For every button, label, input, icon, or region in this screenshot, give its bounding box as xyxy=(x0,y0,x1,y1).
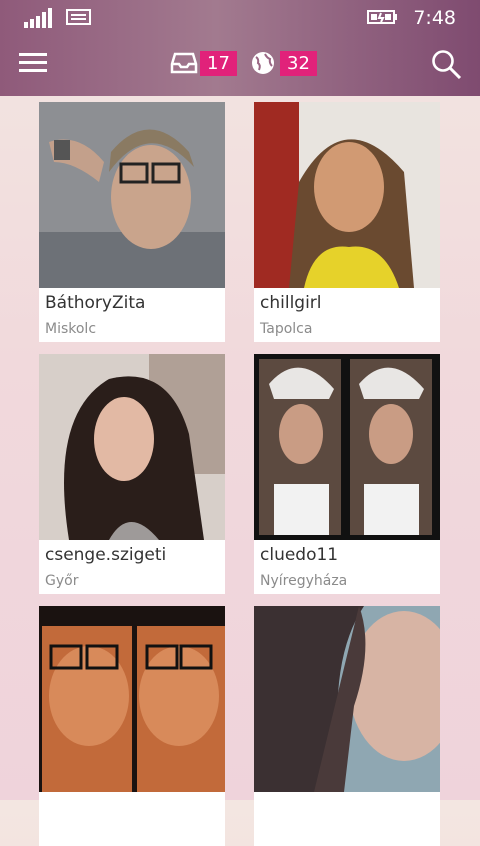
status-bar: 7:48 xyxy=(0,0,480,34)
profile-city: Tapolca xyxy=(260,321,313,337)
profile-photo xyxy=(254,354,440,540)
profile-card[interactable]: chillgirl Tapolca xyxy=(254,102,440,342)
profile-card[interactable]: csenge.szigeti Győr xyxy=(39,354,225,594)
globe-icon xyxy=(252,52,274,74)
profile-city: Miskolc xyxy=(45,321,97,337)
profile-photo xyxy=(254,102,440,288)
profile-photo xyxy=(254,606,440,792)
profile-city: Nyíregyháza xyxy=(260,573,348,589)
search-icon[interactable] xyxy=(430,49,462,79)
inbox-count-badge: 17 xyxy=(200,50,237,76)
app-header: 7:48 17 32 xyxy=(0,0,480,96)
profile-card[interactable] xyxy=(39,606,225,846)
hamburger-menu-icon[interactable] xyxy=(19,53,47,73)
profile-photo xyxy=(39,354,225,540)
profile-card[interactable] xyxy=(254,606,440,846)
profile-city: Győr xyxy=(45,573,79,589)
inbox-icon xyxy=(170,52,198,74)
message-icon xyxy=(66,9,91,25)
profile-username: chillgirl xyxy=(260,293,322,313)
profile-username: csenge.szigeti xyxy=(45,545,167,565)
profile-username: cluedo11 xyxy=(260,545,339,565)
profile-card[interactable]: cluedo11 Nyíregyháza xyxy=(254,354,440,594)
profile-photo xyxy=(39,102,225,288)
clock: 7:48 xyxy=(413,7,456,29)
signal-bars-icon xyxy=(24,8,54,28)
profile-card[interactable]: BáthoryZita Miskolc xyxy=(39,102,225,342)
visits-button[interactable]: 32 xyxy=(250,50,317,76)
visits-count-badge: 32 xyxy=(280,50,317,76)
battery-charging-icon xyxy=(367,10,397,24)
profile-photo xyxy=(39,606,225,792)
profile-username: BáthoryZita xyxy=(45,293,146,313)
inbox-button[interactable]: 17 xyxy=(170,50,237,76)
